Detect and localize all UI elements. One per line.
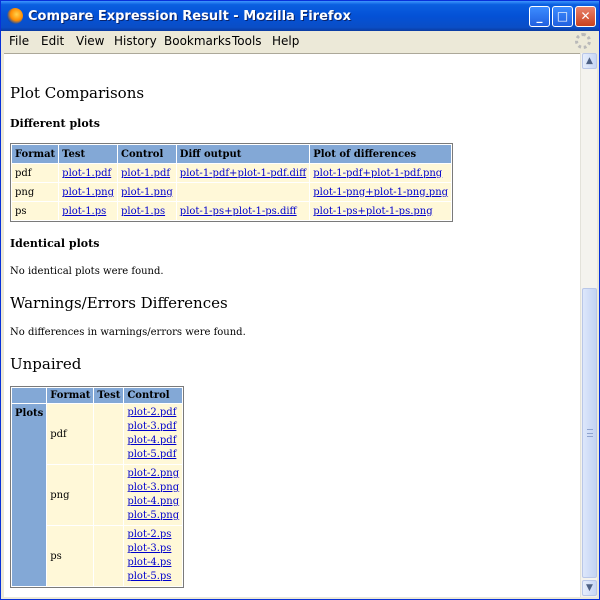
column-header-diff-output: Diff output [176,145,310,163]
different-plots-table: Format Test Control Diff output Plot of … [10,143,454,222]
test-plot-link[interactable]: plot-1.pdf [62,168,111,179]
control-plot-link[interactable]: plot-4.pdf [127,435,176,446]
control-links-cell: plot-2.pdf plot-3.pdf plot-4.pdf plot-5.… [124,404,183,464]
plot-of-differences-link[interactable]: plot-1-ps+plot-1-ps.png [313,206,432,217]
control-plot-link[interactable]: plot-1.png [121,187,173,198]
row-header-plots: Plots [12,404,47,586]
control-plot-link[interactable]: plot-4.png [127,496,179,507]
control-links-cell: plot-2.png plot-3.png plot-4.png plot-5.… [124,465,183,525]
menu-bookmarks[interactable]: Bookmarks [164,34,231,48]
maximize-button[interactable]: □ [552,6,573,27]
test-cell [94,465,124,525]
table-row: pdf plot-1.pdf plot-1.pdf plot-1-pdf+plo… [12,164,452,182]
table-row: png plot-1.png plot-1.png plot-1-png+plo… [12,183,452,201]
control-plot-link[interactable]: plot-2.png [127,468,179,479]
control-links-cell: plot-2.ps plot-3.ps plot-4.ps plot-5.ps [124,526,183,586]
menu-history[interactable]: History [114,34,157,48]
page-content: Plot Comparisons Different plots Format … [4,53,580,597]
menu-edit[interactable]: Edit [41,34,64,48]
format-cell: ps [47,526,94,586]
heading-unpaired: Unpaired [10,355,82,373]
heading-different-plots: Different plots [10,117,100,130]
window-title: Compare Expression Result - Mozilla Fire… [28,9,351,24]
heading-identical-plots: Identical plots [10,237,100,250]
control-plot-link[interactable]: plot-5.ps [127,571,171,582]
menu-tools[interactable]: Tools [232,34,262,48]
format-cell: ps [12,202,59,220]
plot-of-differences-link[interactable]: plot-1-pdf+plot-1-pdf.png [313,168,442,179]
menu-view[interactable]: View [76,34,104,48]
title-bar[interactable]: Compare Expression Result - Mozilla Fire… [1,1,599,31]
control-plot-link[interactable]: plot-5.pdf [127,449,176,460]
warnings-message: No differences in warnings/errors were f… [10,327,246,338]
control-plot-link[interactable]: plot-3.png [127,482,179,493]
scroll-up-icon[interactable]: ▲ [582,53,597,69]
vertical-scrollbar[interactable]: ▲ ▼ [580,53,597,597]
format-cell: png [12,183,59,201]
column-header-test: Test [94,388,124,403]
column-header-test: Test [59,145,117,163]
plot-of-differences-link[interactable]: plot-1-png+plot-1-png.png [313,187,448,198]
menu-help[interactable]: Help [272,34,299,48]
control-plot-link[interactable]: plot-3.ps [127,543,171,554]
format-cell: pdf [47,404,94,464]
menu-file[interactable]: File [9,34,29,48]
menu-bar: File Edit View History Bookmarks Tools H… [1,31,599,51]
control-plot-link[interactable]: plot-1.ps [121,206,165,217]
heading-plot-comparisons: Plot Comparisons [10,84,145,102]
diff-output-link[interactable]: plot-1-ps+plot-1-ps.diff [180,206,297,217]
column-header-control: Control [117,145,176,163]
diff-output-empty-cell [176,183,310,201]
column-header-control: Control [124,388,183,403]
grip-icon [587,429,593,437]
scroll-down-icon[interactable]: ▼ [582,580,597,596]
control-plot-link[interactable]: plot-2.ps [127,529,171,540]
corner-header-cell [12,388,47,403]
column-header-format: Format [12,145,59,163]
minimize-button[interactable]: _ [529,6,550,27]
close-button[interactable]: ✕ [575,6,596,27]
control-plot-link[interactable]: plot-1.pdf [121,168,170,179]
browser-window: Compare Expression Result - Mozilla Fire… [0,0,600,600]
identical-plots-message: No identical plots were found. [10,266,164,277]
test-cell [94,404,124,464]
test-plot-link[interactable]: plot-1.ps [62,206,106,217]
unpaired-table: Format Test Control Plots pdf plot-2.pdf… [10,386,185,588]
heading-warnings-errors: Warnings/Errors Differences [10,294,228,312]
control-plot-link[interactable]: plot-5.png [127,510,179,521]
format-cell: png [47,465,94,525]
column-header-format: Format [47,388,94,403]
test-plot-link[interactable]: plot-1.png [62,187,114,198]
firefox-icon [7,8,23,24]
scrollbar-thumb[interactable] [582,288,597,578]
diff-output-link[interactable]: plot-1-pdf+plot-1-pdf.diff [180,168,306,179]
control-plot-link[interactable]: plot-4.ps [127,557,171,568]
loading-throbber-icon [575,33,591,49]
table-row: Plots pdf plot-2.pdf plot-3.pdf plot-4.p… [12,404,183,586]
column-header-plot-of-differences: Plot of differences [310,145,452,163]
format-cell: pdf [12,164,59,182]
table-row: ps plot-1.ps plot-1.ps plot-1-ps+plot-1-… [12,202,452,220]
control-plot-link[interactable]: plot-2.pdf [127,407,176,418]
test-cell [94,526,124,586]
control-plot-link[interactable]: plot-3.pdf [127,421,176,432]
